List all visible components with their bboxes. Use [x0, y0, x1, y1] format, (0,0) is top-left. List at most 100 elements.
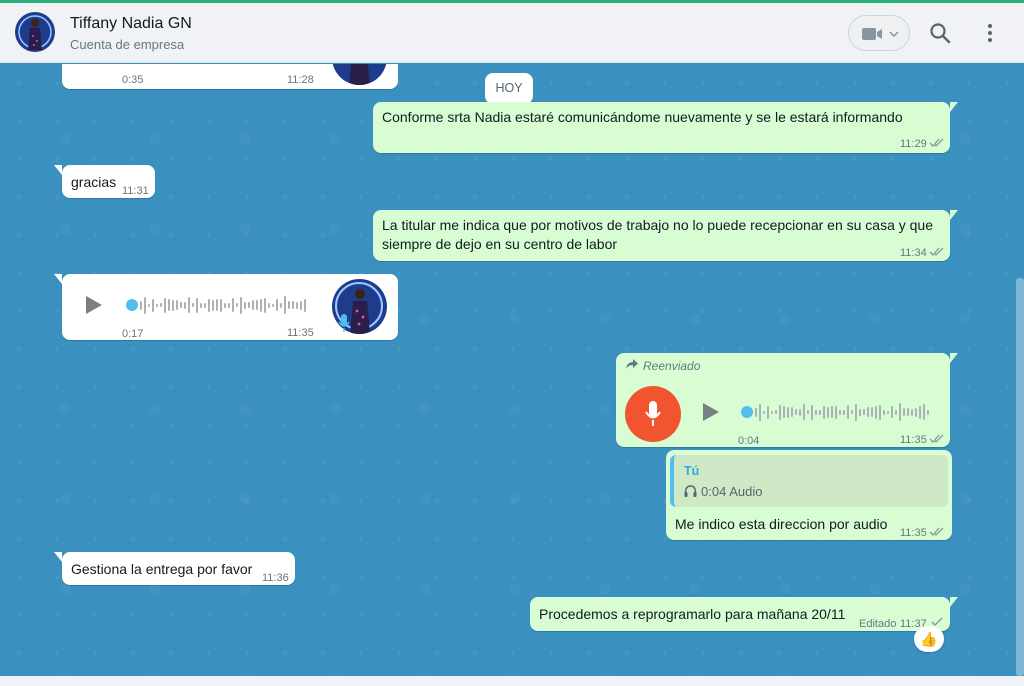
- audio-duration: 0:04: [738, 435, 760, 447]
- waveform-bar: [787, 406, 789, 418]
- waveform-bar: [779, 404, 781, 420]
- message-text: Conforme srta Nadia estaré comunicándome…: [382, 109, 903, 125]
- day-separator: HOY: [485, 73, 533, 104]
- waveform-bar: [164, 297, 166, 313]
- waveform-bar: [915, 407, 917, 417]
- waveform-bar: [232, 298, 234, 312]
- waveform-bar: [811, 404, 813, 420]
- message-incoming-text[interactable]: Gestiona la entrega por favor 11:36: [54, 552, 295, 585]
- search-icon[interactable]: [928, 21, 952, 45]
- edited-label: Editado: [859, 618, 897, 630]
- message-text-line-1: La titular me indica que por motivos de …: [382, 217, 934, 233]
- waveform-bar: [767, 405, 769, 419]
- chat-header: Tiffany Nadia GN Cuenta de empresa: [0, 3, 1024, 63]
- waveform-bar: [815, 409, 817, 415]
- waveform-bar: [847, 405, 849, 419]
- message-outgoing-reply[interactable]: Tú 0:04 Audio Me indico esta direccion p…: [666, 450, 952, 540]
- message-outgoing-text[interactable]: Conforme srta Nadia estaré comunicándome…: [373, 102, 958, 153]
- waveform-bar: [200, 302, 202, 308]
- play-icon[interactable]: [699, 401, 721, 423]
- composer-strip: [0, 676, 1024, 686]
- waveform-bar: [148, 303, 150, 307]
- waveform-bar: [927, 409, 929, 415]
- menu-dots-icon[interactable]: [978, 21, 1002, 45]
- waveform-bar: [891, 406, 893, 418]
- waveform-bar: [871, 407, 873, 417]
- waveform-bar: [252, 300, 254, 310]
- contact-name[interactable]: Tiffany Nadia GN: [70, 15, 192, 33]
- playback-position-dot[interactable]: [126, 299, 138, 311]
- read-ticks-icon: [929, 434, 944, 443]
- waveform-bar: [835, 405, 837, 419]
- waveform-bar: [212, 299, 214, 311]
- audio-waveform[interactable]: [755, 402, 930, 422]
- waveform-bar: [188, 297, 190, 313]
- waveform-bar: [264, 297, 266, 313]
- reaction-thumbs-up[interactable]: 👍: [914, 626, 944, 652]
- waveform-bar: [144, 296, 146, 314]
- chevron-down-icon: [889, 31, 899, 37]
- waveform-bar: [831, 406, 833, 418]
- waveform-bar: [156, 303, 158, 307]
- waveform-bar: [292, 301, 294, 309]
- waveform-bar: [843, 409, 845, 415]
- message-time: 11:28: [287, 74, 314, 86]
- read-ticks-icon: [929, 138, 944, 147]
- audio-duration: 0:17: [122, 328, 144, 340]
- waveform-bar: [208, 298, 210, 312]
- waveform-bar: [875, 405, 877, 419]
- waveform-bar: [907, 408, 909, 416]
- message-text: gracias: [71, 174, 117, 190]
- mic-icon: [645, 401, 661, 426]
- sender-avatar: [332, 64, 387, 85]
- message-outgoing-text[interactable]: Procedemos a reprogramarlo para mañana 2…: [530, 597, 958, 631]
- play-icon[interactable]: [82, 294, 104, 316]
- waveform-bar: [224, 302, 226, 308]
- video-call-button[interactable]: [848, 15, 910, 51]
- waveform-bar: [220, 298, 222, 312]
- waveform-bar: [783, 406, 785, 418]
- message-time: 11:34: [900, 247, 927, 259]
- waveform-bar: [288, 301, 290, 309]
- playback-position-dot[interactable]: [741, 406, 753, 418]
- waveform-bar: [755, 407, 757, 417]
- waveform-bar: [248, 302, 250, 308]
- audio-waveform[interactable]: [140, 295, 310, 315]
- waveform-bar: [236, 303, 238, 307]
- chat-scrollbar[interactable]: [1016, 278, 1024, 676]
- message-incoming-text[interactable]: gracias 11:31: [54, 165, 155, 198]
- waveform-bar: [851, 410, 853, 414]
- message-incoming-audio[interactable]: 0:17 11:35: [54, 274, 398, 340]
- waveform-bar: [919, 405, 921, 419]
- quoted-message[interactable]: Tú 0:04 Audio: [670, 455, 948, 507]
- waveform-bar: [923, 404, 925, 420]
- audio-duration: 0:35: [122, 74, 144, 86]
- waveform-bar: [903, 408, 905, 416]
- waveform-bar: [771, 410, 773, 414]
- waveform-bar: [763, 410, 765, 414]
- waveform-bar: [196, 297, 198, 313]
- waveform-bar: [895, 409, 897, 415]
- waveform-bar: [276, 299, 278, 311]
- forward-arrow-icon: [626, 359, 638, 369]
- message-incoming-audio[interactable]: 0:35 11:28: [62, 64, 398, 89]
- mic-badge: [625, 386, 681, 442]
- waveform-bar: [883, 409, 885, 415]
- message-time: 11:35: [900, 527, 927, 539]
- message-outgoing-text[interactable]: La titular me indica que por motivos de …: [373, 210, 958, 261]
- waveform-bar: [160, 303, 162, 307]
- contact-avatar[interactable]: [15, 12, 55, 52]
- waveform-bar: [300, 300, 302, 310]
- quoted-author: Tú: [684, 464, 700, 478]
- waveform-bar: [304, 298, 306, 312]
- waveform-bar: [807, 410, 809, 414]
- waveform-bar: [823, 405, 825, 419]
- waveform-bar: [180, 302, 182, 308]
- message-time: 11:35: [900, 434, 927, 446]
- waveform-bar: [192, 303, 194, 307]
- message-text: Procedemos a reprogramarlo para mañana 2…: [539, 606, 846, 622]
- message-list[interactable]: 0:35 11:28 HOY Conforme srta Nadia estar…: [0, 64, 1024, 676]
- waveform-bar: [260, 298, 262, 312]
- message-outgoing-forwarded-audio[interactable]: Reenviado 0:04 11:35: [616, 353, 958, 447]
- waveform-bar: [228, 302, 230, 308]
